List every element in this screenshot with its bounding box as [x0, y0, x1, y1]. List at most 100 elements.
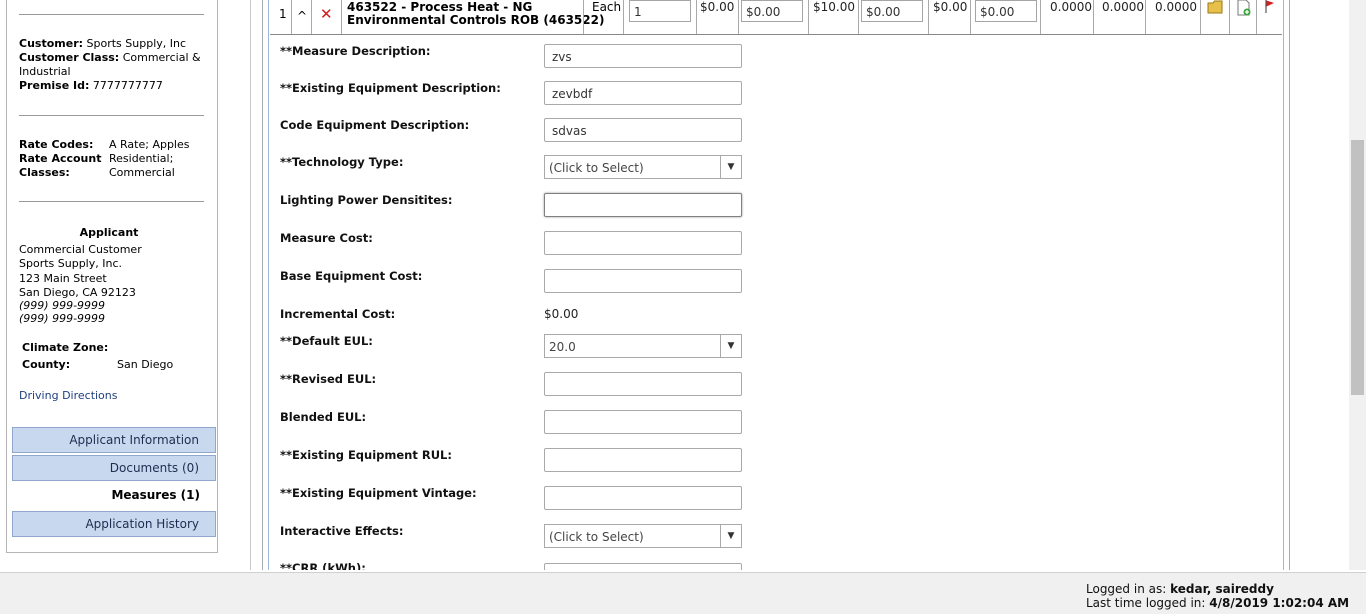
applicant-phone: (999) 999-9999: [19, 312, 106, 325]
dropdown-arrow-icon: ▼: [720, 525, 741, 547]
measure-cost-input[interactable]: [544, 231, 742, 255]
flag-icon: [1265, 0, 1274, 13]
divider: [19, 14, 204, 15]
rate-account-label: Rate Account: [19, 152, 102, 165]
add-document-button[interactable]: [1229, 0, 1256, 34]
blended-eul-label: Blended EUL:: [280, 410, 367, 424]
technology-type-value: (Click to Select): [549, 161, 644, 175]
column-divider: [262, 0, 263, 570]
measure-title-cont: Environmental Controls ROB (463522): [347, 13, 605, 27]
technology-type-select[interactable]: (Click to Select) ▼: [544, 155, 742, 179]
move-up-button[interactable]: ^: [291, 0, 311, 34]
delete-icon: ✕: [320, 5, 333, 23]
base-equipment-cost-label: Base Equipment Cost:: [280, 269, 423, 283]
measure-description-input[interactable]: zvs: [544, 44, 742, 68]
last-login-value: 4/8/2019 1:02:04 AM: [1209, 596, 1350, 610]
nav-measures[interactable]: Measures (1): [12, 483, 216, 509]
default-eul-label: **Default EUL:: [280, 334, 373, 348]
applicant-line: 123 Main Street: [19, 271, 107, 285]
logged-in-label: Logged in as:: [1086, 582, 1167, 596]
revised-eul-label: **Revised EUL:: [280, 372, 377, 386]
county-value: San Diego: [117, 358, 174, 371]
premise-value: 7777777777: [92, 79, 163, 92]
price-value: $0.00: [933, 0, 968, 14]
existing-equipment-description-label: **Existing Equipment Description:: [280, 81, 501, 95]
price-input-cell: $0.00: [970, 0, 1040, 34]
applicant-phone: (999) 999-9999: [19, 298, 106, 312]
lighting-power-densities-label: Lighting Power Densitites:: [280, 193, 453, 207]
customer-label: Customer:: [19, 37, 84, 50]
quantity-cell: 1: [623, 0, 696, 34]
chevron-up-icon: ^: [297, 9, 308, 23]
rate-info: Rate Codes: A Rate; Apples Rate Account Re…: [19, 138, 209, 180]
delete-button[interactable]: ✕: [311, 0, 341, 34]
county-label: County:: [22, 358, 71, 371]
incremental-cost-value: $0.00: [544, 307, 579, 321]
scrollbar-thumb[interactable]: [1351, 140, 1364, 395]
unit-cell: Each: [583, 0, 623, 34]
nav-documents[interactable]: Documents (0): [12, 455, 216, 481]
price-input[interactable]: $0.00: [861, 0, 923, 22]
folder-icon: [1207, 0, 1223, 14]
folder-button[interactable]: [1200, 0, 1229, 34]
crr-kwh-input[interactable]: [544, 563, 742, 570]
driving-directions-link[interactable]: Driving Directions: [19, 389, 209, 403]
nav-application-history[interactable]: Application History: [12, 511, 216, 537]
measure-row: 1 ^ ✕ 463522 - Process Heat - NG Environ…: [270, 0, 1282, 35]
rate-account-value-cont: Commercial: [109, 166, 175, 179]
rate-classes-label: Classes:: [19, 166, 70, 179]
price-input[interactable]: $0.00: [741, 0, 803, 22]
existing-equipment-description-input[interactable]: zevbdf: [544, 81, 742, 105]
rate-account-value: Residential;: [109, 152, 174, 165]
incremental-cost-label: Incremental Cost:: [280, 307, 396, 321]
column-divider: [1289, 0, 1290, 570]
rate-codes-label: Rate Codes:: [19, 138, 94, 151]
technology-type-label: **Technology Type:: [280, 155, 404, 169]
rate-codes-value: A Rate; Apples: [109, 138, 190, 151]
interactive-effects-select[interactable]: (Click to Select) ▼: [544, 524, 742, 548]
dropdown-arrow-icon: ▼: [720, 335, 741, 357]
existing-equipment-vintage-label: **Existing Equipment Vintage:: [280, 486, 477, 500]
price-cell: $0.00: [696, 0, 738, 34]
price-value: $0.00: [700, 0, 735, 14]
add-document-icon: [1237, 0, 1251, 16]
interactive-effects-label: Interactive Effects:: [280, 524, 404, 538]
quantity-input[interactable]: 1: [629, 0, 691, 22]
logged-in-user: kedar, saireddy: [1170, 582, 1274, 596]
applicant-line: Sports Supply, Inc.: [19, 257, 122, 270]
existing-equipment-rul-input[interactable]: [544, 448, 742, 472]
existing-equipment-vintage-input[interactable]: [544, 486, 742, 510]
existing-equipment-rul-label: **Existing Equipment RUL:: [280, 448, 452, 462]
clipped-row: **CRR (kWh):: [270, 555, 1282, 570]
price-value: $10.00: [813, 0, 855, 14]
customer-value: Sports Supply, Inc: [86, 37, 187, 50]
premise-label: Premise Id:: [19, 79, 90, 92]
logged-in-line: Logged in as: kedar, saireddy: [1086, 582, 1274, 596]
base-equipment-cost-input[interactable]: [544, 269, 742, 293]
nav-applicant-information[interactable]: Applicant Information: [12, 427, 216, 453]
default-eul-select[interactable]: 20.0 ▼: [544, 334, 742, 358]
code-equipment-description-input[interactable]: sdvas: [544, 118, 742, 142]
applicant-info: Applicant Commercial Customer Sports Sup…: [19, 226, 209, 327]
numeric-value: 0.0000: [1102, 0, 1144, 14]
lighting-power-densities-input[interactable]: [544, 193, 742, 217]
price-input[interactable]: $0.00: [975, 0, 1037, 22]
customer-info: Customer: Sports Supply, Inc Customer Cl…: [19, 37, 209, 93]
flag-button[interactable]: [1256, 0, 1282, 34]
price-input-cell: $0.00: [858, 0, 928, 34]
price-cell: $0.00: [928, 0, 970, 34]
customer-class-label: Customer Class:: [19, 51, 120, 64]
numeric-value: 0.0000: [1050, 0, 1092, 14]
customer-class-value: Commercial &: [122, 51, 201, 64]
dropdown-arrow-icon: ▼: [720, 156, 741, 178]
last-login-label: Last time logged in:: [1086, 596, 1206, 610]
revised-eul-input[interactable]: [544, 372, 742, 396]
blended-eul-input[interactable]: [544, 410, 742, 434]
column-divider: [250, 0, 251, 570]
value-cell: 0.0000: [1040, 0, 1093, 34]
price-cell: $10.00: [808, 0, 858, 34]
applicant-line: Commercial Customer: [19, 242, 142, 256]
measure-description-label: **Measure Description:: [280, 44, 431, 58]
value-cell: 0.0000: [1093, 0, 1145, 34]
climate-zone-label: Climate Zone:: [22, 341, 109, 354]
